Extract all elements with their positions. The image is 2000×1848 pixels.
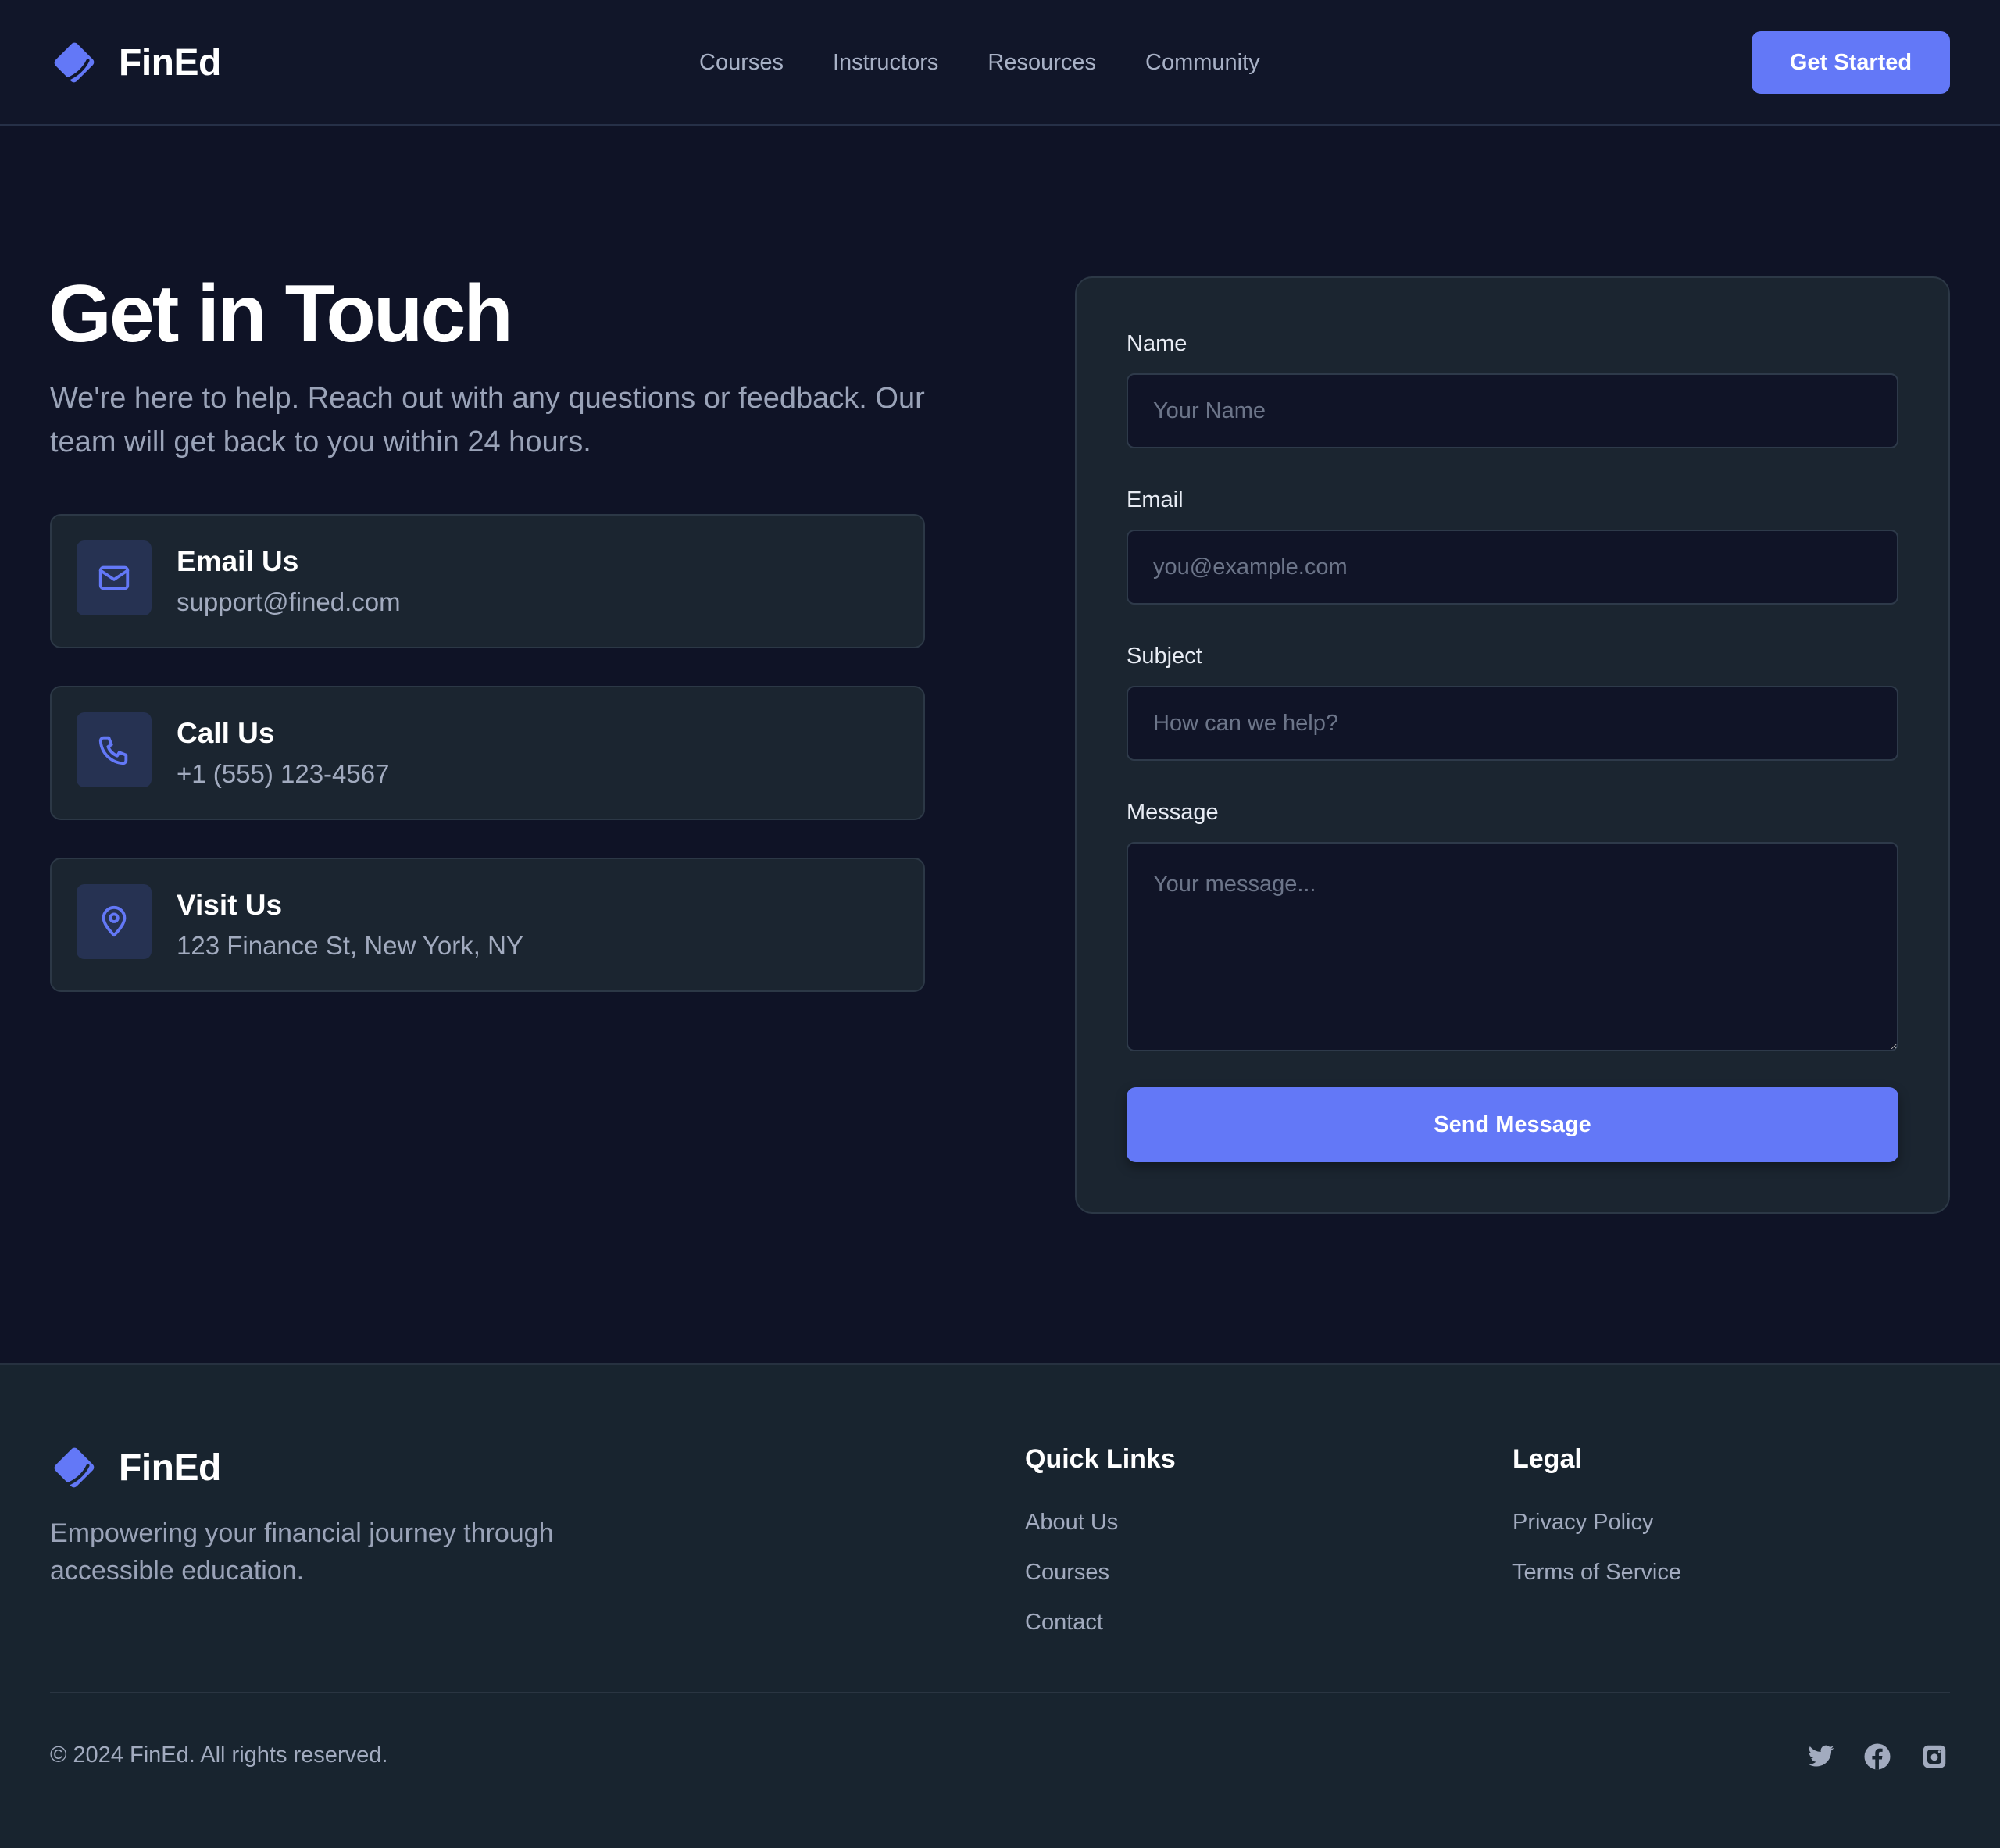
map-pin-icon-tile: [77, 884, 152, 959]
facebook-icon: [1864, 1743, 1891, 1770]
instagram-icon: [1923, 1745, 1946, 1768]
site-footer: FinEd Empowering your financial journey …: [0, 1363, 2000, 1848]
site-header: FinEd Courses Instructors Resources Comm…: [0, 0, 2000, 126]
brand-logo-link[interactable]: FinEd: [50, 37, 221, 87]
legal-heading: Legal: [1512, 1444, 1582, 1474]
mail-icon: [98, 565, 130, 590]
instagram-link[interactable]: [1920, 1743, 1948, 1771]
main-nav: Courses Instructors Resources Community: [699, 44, 1260, 81]
name-input[interactable]: [1127, 373, 1898, 448]
name-label: Name: [1127, 331, 1188, 356]
map-pin-icon: [102, 905, 127, 937]
contact-form: Name Email Subject Message Send Message: [1075, 276, 1950, 1214]
phone-icon: [98, 736, 128, 765]
footer-brand-name: FinEd: [119, 1447, 221, 1489]
nav-link-courses[interactable]: Courses: [699, 50, 784, 76]
footer-link-about-us[interactable]: About Us: [1025, 1510, 1118, 1536]
logo-icon: [54, 1447, 95, 1488]
twitter-link[interactable]: [1807, 1743, 1835, 1771]
footer-link-terms-of-service[interactable]: Terms of Service: [1512, 1560, 1681, 1586]
phone-card-value: +1 (555) 123-4567: [177, 759, 390, 788]
twitter-icon: [1808, 1745, 1834, 1767]
subject-label: Subject: [1127, 644, 1202, 669]
footer-link-contact[interactable]: Contact: [1025, 1610, 1103, 1636]
send-message-button[interactable]: Send Message: [1127, 1087, 1898, 1162]
email-card-title: Email Us: [177, 545, 299, 577]
message-textarea[interactable]: [1127, 842, 1898, 1051]
subject-input[interactable]: [1127, 686, 1898, 761]
email-card: Email Us support@fined.com: [50, 514, 925, 648]
copyright-text: © 2024 FinEd. All rights reserved.: [50, 1743, 388, 1768]
email-label: Email: [1127, 487, 1184, 512]
nav-link-community[interactable]: Community: [1145, 50, 1260, 76]
quick-links-heading: Quick Links: [1025, 1444, 1176, 1474]
nav-link-resources[interactable]: Resources: [988, 50, 1096, 76]
phone-card: Call Us +1 (555) 123-4567: [50, 686, 925, 820]
footer-divider: [50, 1692, 1950, 1693]
nav-link-instructors[interactable]: Instructors: [833, 50, 938, 76]
footer-link-privacy-policy[interactable]: Privacy Policy: [1512, 1510, 1654, 1536]
email-input[interactable]: [1127, 530, 1898, 605]
message-label: Message: [1127, 800, 1219, 825]
email-card-value: support@fined.com: [177, 587, 401, 616]
phone-icon-tile: [77, 712, 152, 787]
logo-icon: [54, 42, 95, 83]
page-title: Get in Touch: [48, 269, 513, 359]
get-started-button[interactable]: Get Started: [1752, 31, 1950, 94]
phone-card-title: Call Us: [177, 717, 275, 749]
footer-link-courses[interactable]: Courses: [1025, 1560, 1109, 1586]
footer-brand-link[interactable]: FinEd: [50, 1443, 221, 1493]
footer-tagline: Empowering your financial journey throug…: [50, 1518, 554, 1586]
address-card-value: 123 Finance St, New York, NY: [177, 931, 523, 960]
mail-icon-tile: [77, 540, 152, 615]
page-subtitle: We're here to help. Reach out with any q…: [50, 382, 925, 458]
brand-name: FinEd: [119, 41, 221, 84]
address-card-title: Visit Us: [177, 889, 283, 921]
facebook-link[interactable]: [1863, 1743, 1891, 1771]
address-card: Visit Us 123 Finance St, New York, NY: [50, 858, 925, 992]
